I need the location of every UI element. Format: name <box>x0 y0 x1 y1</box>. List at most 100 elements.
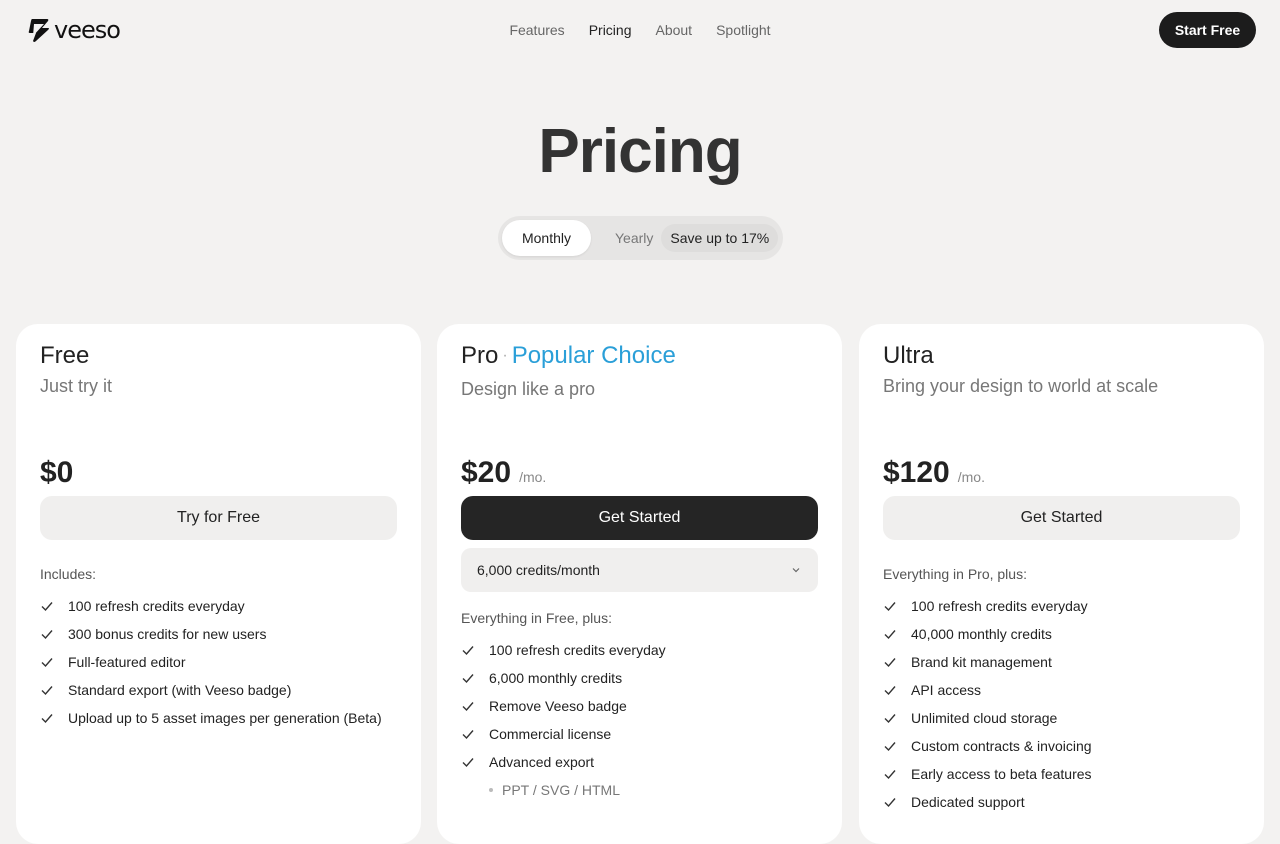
page-title: Pricing <box>538 117 742 186</box>
toggle-yearly[interactable]: Yearly Save up to 17% <box>615 224 779 252</box>
feature-text: 6,000 monthly credits <box>489 670 623 686</box>
check-icon <box>41 714 53 724</box>
includes-label: Everything in Free, plus: <box>461 610 612 626</box>
top-navigation-bar: veeso Features Pricing About Spotlight S… <box>0 0 1280 60</box>
credits-dropdown-value: 6,000 credits/month <box>477 562 600 578</box>
plan-name-text: Ultra <box>883 342 934 369</box>
try-for-free-button[interactable]: Try for Free <box>40 496 397 540</box>
feature-text: 100 refresh credits everyday <box>68 598 245 614</box>
list-item: 100 refresh credits everyday <box>40 592 382 620</box>
plan-card-free: Free Just try it $0 Try for Free Include… <box>16 324 421 844</box>
check-icon <box>41 630 53 640</box>
check-icon <box>41 602 53 612</box>
list-item: Advanced export <box>461 748 666 776</box>
check-icon <box>462 758 474 768</box>
check-icon <box>884 602 896 612</box>
price-period: /mo. <box>957 469 985 485</box>
nav-spotlight[interactable]: Spotlight <box>716 22 770 38</box>
feature-text: Advanced export <box>489 754 595 770</box>
list-item: Remove Veeso badge <box>461 692 666 720</box>
plan-card-ultra: Ultra Bring your design to world at scal… <box>859 324 1264 844</box>
check-icon <box>884 742 896 752</box>
feature-text: Custom contracts & invoicing <box>911 738 1092 754</box>
list-item: API access <box>883 676 1092 704</box>
list-item: Unlimited cloud storage <box>883 704 1092 732</box>
plan-name-text: Free <box>40 342 90 369</box>
check-icon <box>41 658 53 668</box>
plan-price: $120 <box>883 456 950 489</box>
feature-text: Commercial license <box>489 726 612 742</box>
bullet-icon <box>489 788 493 792</box>
check-icon <box>884 770 896 780</box>
check-icon <box>884 630 896 640</box>
start-free-button[interactable]: Start Free <box>1159 12 1256 48</box>
includes-label: Includes: <box>40 566 97 582</box>
check-icon <box>462 730 474 740</box>
check-icon <box>41 686 53 696</box>
feature-text: 100 refresh credits everyday <box>489 642 666 658</box>
feature-text: Unlimited cloud storage <box>911 710 1058 726</box>
feature-text: 300 bonus credits for new users <box>68 626 267 642</box>
main-nav: Features Pricing About Spotlight <box>0 0 1280 60</box>
list-item: 40,000 monthly credits <box>883 620 1092 648</box>
check-icon <box>884 714 896 724</box>
get-started-ultra-button[interactable]: Get Started <box>883 496 1240 540</box>
plan-name-text: Pro <box>461 342 499 369</box>
nav-pricing[interactable]: Pricing <box>589 22 632 38</box>
plan-price: $20 <box>461 456 512 489</box>
feature-text: API access <box>911 682 982 698</box>
feature-text: Standard export (with Veeso badge) <box>68 682 292 698</box>
feature-list: 100 refresh credits everyday 6,000 month… <box>461 636 666 804</box>
credits-dropdown[interactable]: 6,000 credits/month <box>461 548 818 592</box>
plan-name: Ultra <box>883 344 1240 368</box>
brand-logo[interactable]: veeso <box>28 16 121 44</box>
feature-text: 100 refresh credits everyday <box>911 598 1088 614</box>
list-item: Custom contracts & invoicing <box>883 732 1092 760</box>
check-icon <box>462 702 474 712</box>
check-icon <box>884 686 896 696</box>
list-item: 300 bonus credits for new users <box>40 620 382 648</box>
list-item: Early access to beta features <box>883 760 1092 788</box>
plan-price: $0 <box>40 456 74 489</box>
list-item: Commercial license <box>461 720 666 748</box>
feature-text: Upload up to 5 asset images per generati… <box>68 710 382 726</box>
price-row: $20 /mo. <box>461 456 546 490</box>
billing-period-toggle: Monthly Yearly Save up to 17% <box>498 216 783 260</box>
separator-dot: · <box>502 347 508 364</box>
check-icon <box>884 658 896 668</box>
feature-text: 40,000 monthly credits <box>911 626 1052 642</box>
plan-tagline: Design like a pro <box>461 379 596 399</box>
includes-label: Everything in Pro, plus: <box>883 566 1027 582</box>
popular-choice-badge: Popular Choice <box>511 342 676 369</box>
save-badge: Save up to 17% <box>661 224 779 252</box>
feature-text: Early access to beta features <box>911 766 1092 782</box>
plan-card-pro: Pro · Popular Choice Design like a pro $20… <box>437 324 842 844</box>
price-row: $120 /mo. <box>883 456 985 490</box>
list-item: 6,000 monthly credits <box>461 664 666 692</box>
feature-text: Dedicated support <box>911 794 1025 810</box>
price-row: $0 <box>40 456 73 490</box>
check-icon <box>462 674 474 684</box>
feature-text: Remove Veeso badge <box>489 698 627 714</box>
list-item: 100 refresh credits everyday <box>883 592 1092 620</box>
feature-list: 100 refresh credits everyday 300 bonus c… <box>40 592 382 732</box>
brand-name: veeso <box>54 16 121 44</box>
get-started-pro-button[interactable]: Get Started <box>461 496 818 540</box>
list-item: Standard export (with Veeso badge) <box>40 676 382 704</box>
list-item: Dedicated support <box>883 788 1092 816</box>
feature-text: Full-featured editor <box>68 654 186 670</box>
veeso-logo-icon <box>28 19 49 42</box>
plan-name: Free <box>40 344 397 368</box>
list-item: 100 refresh credits everyday <box>461 636 666 664</box>
feature-text: PPT / SVG / HTML <box>502 782 620 798</box>
list-item: Full-featured editor <box>40 648 382 676</box>
nav-features[interactable]: Features <box>509 22 564 38</box>
plan-tagline: Just try it <box>40 376 113 396</box>
check-icon <box>462 646 474 656</box>
nav-about[interactable]: About <box>655 22 692 38</box>
feature-list: 100 refresh credits everyday 40,000 mont… <box>883 592 1092 816</box>
plan-tagline: Bring your design to world at scale <box>883 376 1159 396</box>
plan-name: Pro · Popular Choice <box>461 344 818 371</box>
toggle-monthly[interactable]: Monthly <box>502 220 591 256</box>
list-item: Brand kit management <box>883 648 1092 676</box>
